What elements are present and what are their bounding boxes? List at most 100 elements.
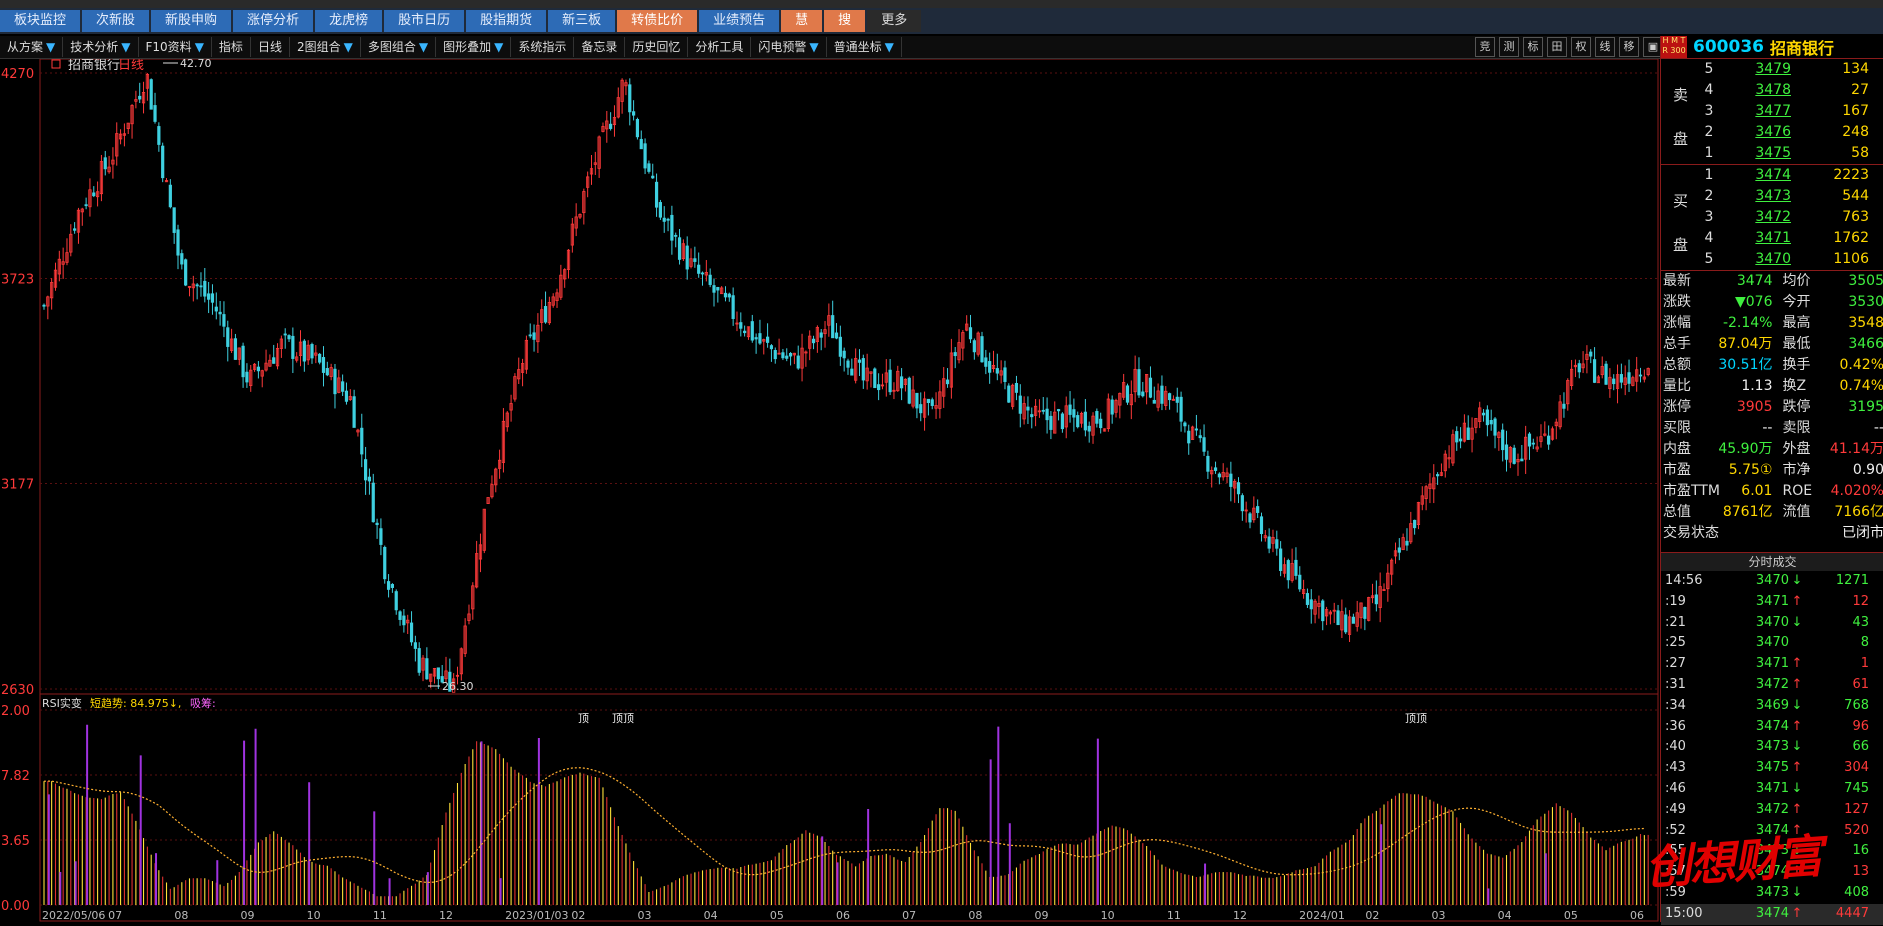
toolbar-right-btn-6[interactable]: 移 — [1619, 37, 1639, 57]
toolbar-item-8[interactable]: 备忘录 — [574, 37, 626, 57]
candle-body — [1562, 403, 1566, 409]
scheme-menu[interactable]: 从方案 ▼ — [0, 37, 64, 57]
order-row[interactable]: 5 3470 1106 — [1689, 249, 1883, 270]
candle-body — [367, 476, 372, 482]
order-px: 3474 — [1755, 167, 1791, 183]
candle-body — [195, 284, 199, 287]
window-top-strip — [0, 0, 1883, 8]
chart-period: 日线 — [118, 59, 144, 73]
stat-v2: 3466 — [1848, 336, 1883, 352]
candle-body — [1436, 474, 1440, 477]
tab-4[interactable]: 龙虎榜 — [315, 10, 383, 32]
toolbar-item-2[interactable]: 指标 — [212, 37, 251, 57]
candle-body — [199, 285, 203, 288]
tab-5[interactable]: 股市日历 — [384, 10, 465, 32]
candle-body — [972, 340, 976, 353]
tab-3[interactable]: 涨停分析 — [233, 10, 314, 32]
toolbar-right-btn-1[interactable]: 测 — [1499, 37, 1519, 57]
order-row[interactable]: 5 3479 134 — [1689, 59, 1883, 80]
candle-body — [318, 353, 322, 363]
tab-6[interactable]: 股指期货 — [466, 10, 547, 32]
order-row[interactable]: 2 3476 248 — [1689, 122, 1883, 143]
order-row[interactable]: 1 3474 2223 — [1689, 165, 1883, 186]
candle-body — [953, 352, 957, 357]
toolbar-item-4[interactable]: 2图组合 ▼ — [290, 37, 361, 57]
candle-body — [272, 357, 276, 364]
order-lv: 1 — [1704, 145, 1714, 161]
candle-body — [386, 581, 391, 590]
kline-chart-area[interactable]: 招商银行 日线 4270 3723 3177 2630 42.70 26.30 RSI实变 短趋势… — [0, 57, 1660, 922]
tab-12[interactable]: 更多 — [867, 10, 922, 32]
candle-body — [1125, 385, 1130, 403]
tab-2[interactable]: 新股申购 — [151, 10, 232, 32]
toolbar-item-3[interactable]: 日线 — [251, 37, 290, 57]
tab-0[interactable]: 板块监控 — [0, 10, 81, 32]
top-marker: 顶顶 — [612, 712, 634, 725]
candle-body — [256, 366, 261, 372]
order-row[interactable]: 2 3473 544 — [1689, 186, 1883, 207]
candle-body — [149, 79, 153, 110]
candle-body — [628, 84, 632, 113]
tick-a: ↑ — [1791, 905, 1803, 921]
tab-8[interactable]: 转债比价 — [617, 10, 698, 32]
tick-t: :49 — [1665, 801, 1686, 817]
tab-7[interactable]: 新三板 — [548, 10, 616, 32]
candle-body — [1198, 435, 1202, 439]
toolbar-item-0[interactable]: 技术分析 ▼ — [63, 37, 139, 57]
order-row[interactable]: 3 3472 763 — [1689, 207, 1883, 228]
tick-q: 768 — [1844, 697, 1869, 713]
toolbar-item-11[interactable]: 闪电预警 ▼ — [751, 37, 827, 57]
order-lv: 3 — [1704, 103, 1714, 119]
candle-body — [1589, 351, 1593, 357]
order-lv: 5 — [1704, 61, 1714, 77]
candle-body — [838, 336, 842, 357]
candle-body — [769, 345, 774, 350]
toolbar-item-1[interactable]: F10资料 ▼ — [139, 37, 212, 57]
candle-body — [873, 368, 877, 389]
x-axis-label: 03 — [638, 909, 652, 922]
hmt-badge[interactable]: H M T R 300 — [1661, 36, 1687, 58]
toolbar-item-7[interactable]: 系统指示 — [511, 37, 575, 57]
candle-body — [1627, 372, 1631, 384]
candle-body — [877, 384, 881, 391]
toolbar-item-5[interactable]: 多图组合 ▼ — [361, 37, 437, 57]
tab-9[interactable]: 业绩预告 — [699, 10, 780, 32]
toolbar-right-btn-3[interactable]: 田 — [1547, 37, 1567, 57]
stat-k2: 外盘 — [1782, 441, 1811, 457]
stat-k2: 最低 — [1782, 336, 1811, 352]
order-row[interactable]: 4 3478 27 — [1689, 80, 1883, 101]
x-axis-label: 2022/05/06 — [42, 909, 105, 922]
candle-body — [662, 217, 666, 222]
tick-row: :25 3470 8 — [1661, 633, 1883, 654]
toolbar-right-btn-0[interactable]: 竞 — [1475, 37, 1495, 57]
tick-q: 304 — [1844, 760, 1869, 776]
stat-row: 最新 3474 均价 3505 — [1663, 271, 1883, 292]
candle-body — [417, 648, 421, 673]
tick-row: :21 3470 ↓ 43 — [1661, 613, 1883, 634]
candle-body — [92, 192, 96, 197]
candle-body — [1026, 406, 1030, 411]
kline-chart-svg[interactable]: 招商银行日线 4270 3723 3177 2630 42.70 26.30 RSI实变 短趋势… — [0, 57, 1660, 922]
candle-body — [1248, 513, 1252, 523]
candle-body — [379, 528, 383, 545]
tab-11[interactable]: 搜 — [824, 10, 866, 32]
toolbar-right-btn-5[interactable]: 线 — [1595, 37, 1615, 57]
toolbar-right-btn-4[interactable]: 权 — [1571, 37, 1591, 57]
order-row[interactable]: 4 3471 1762 — [1689, 228, 1883, 249]
chart-toolbar: 从方案 ▼ 技术分析 ▼ F10资料 ▼ 指标 日线 2图组合 ▼ 多图组合 ▼ 图形叠加 ▼ 系统指示备… — [0, 36, 1883, 59]
toolbar-item-12[interactable]: 普通坐标 ▼ — [827, 37, 902, 57]
tab-10[interactable]: 慧 — [781, 10, 823, 32]
stat-v2: 7166亿 — [1834, 504, 1883, 520]
order-row[interactable]: 1 3475 58 — [1689, 143, 1883, 164]
candle-body — [1229, 473, 1233, 487]
toolbar-item-9[interactable]: 历史回忆 — [625, 37, 689, 57]
order-row[interactable]: 3 3477 167 — [1689, 101, 1883, 122]
tab-1[interactable]: 次新股 — [82, 10, 150, 32]
candle-body — [1041, 409, 1045, 412]
toolbar-item-10[interactable]: 分析工具 — [688, 37, 752, 57]
stat-row: 涨跌 ▼076 今开 3530 — [1663, 292, 1883, 313]
toolbar-right-btn-2[interactable]: 标 — [1523, 37, 1543, 57]
tick-p: 3471 — [1755, 593, 1789, 609]
toolbar-item-6[interactable]: 图形叠加 ▼ — [436, 37, 512, 57]
ind-y-label: 3.65 — [1, 834, 30, 849]
